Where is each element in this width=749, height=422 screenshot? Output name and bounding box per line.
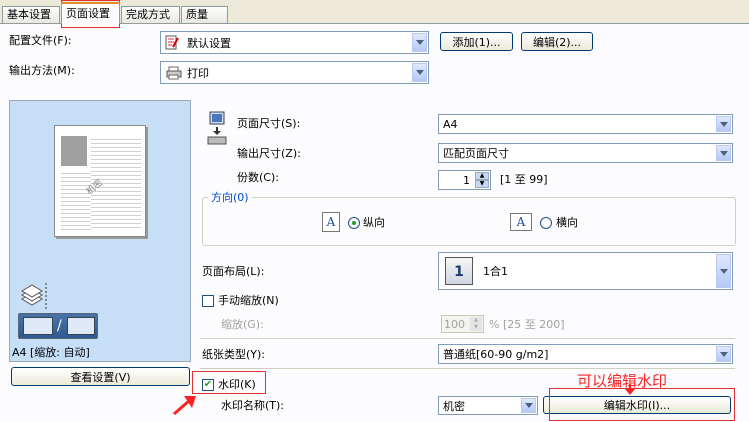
profile-value: 默认设置 [187,36,231,50]
landscape-icon: A [510,213,532,231]
edit-profile-button[interactable]: 编辑(2)... [521,32,593,51]
page-settings-icon[interactable] [67,317,95,335]
text-lines [61,170,91,230]
output-method-label: 输出方法(M): [9,64,75,77]
chevron-down-icon[interactable] [716,145,731,161]
spin-down-icon[interactable]: ▼ [475,180,489,188]
profile-label: 配置文件(F): [9,34,72,47]
page-size-select[interactable]: A4 [438,114,733,134]
landscape-label: 横向 [556,216,578,229]
profile-select[interactable]: 默认设置 [160,31,429,54]
copies-stepper[interactable]: 1 ▲ ▼ [438,170,491,190]
paper-type-label: 纸张类型(Y): [202,348,266,361]
chevron-down-icon[interactable] [521,398,536,413]
profile-icon [165,35,179,50]
tab-page-setup[interactable]: 页面设置 [61,2,120,24]
tab-finishing[interactable]: 完成方式 [121,6,180,23]
view-mode-toggle[interactable]: / [18,313,98,339]
scale-stepper[interactable]: 100 ▲ ▼ [441,315,484,333]
page-thumbnail: 机密 [54,125,146,237]
chevron-down-icon[interactable] [716,346,731,362]
output-method-value: 打印 [187,66,209,80]
output-size-value: 匹配页面尺寸 [443,147,509,160]
portrait-label: 纵向 [363,216,385,229]
image-placeholder [61,136,87,166]
layout-label: 页面布局(L): [202,265,265,278]
annotation-arrow-icon [172,394,198,416]
add-profile-button[interactable]: 添加(1)... [440,32,513,51]
watermark-highlight [192,371,266,394]
page-size-value: A4 [443,117,458,131]
stack-icon [20,281,52,311]
divider [200,368,735,369]
edit-watermark-highlight [549,388,735,421]
chevron-down-icon[interactable] [412,63,427,82]
copies-range: [1 至 99] [500,173,548,186]
divider [200,338,735,339]
orientation-group [202,197,736,246]
portrait-radio[interactable] [348,217,360,229]
layout-value: 1合1 [483,265,508,278]
document-icon[interactable] [23,317,53,335]
chevron-down-icon[interactable] [716,116,731,132]
watermark-name-label: 水印名称(T): [221,399,285,412]
paper-type-select[interactable]: 普通纸[60-90 g/m2] [438,344,733,364]
scale-label: 缩放(G): [221,318,264,331]
spin-up-icon[interactable]: ▲ [475,172,489,180]
divider: / [57,318,62,334]
copies-label: 份数(C): [237,171,279,184]
paper-type-value: 普通纸[60-90 g/m2] [443,348,549,361]
page-size-label: 页面尺寸(S): [237,117,301,130]
orientation-title: 方向(0) [208,191,252,205]
copies-value: 1 [463,173,470,187]
manual-scale-label: 手动缩放(N) [218,294,279,307]
tab-quality[interactable]: 质量 [181,6,228,23]
chevron-down-icon[interactable] [412,33,427,52]
manual-scale-checkbox[interactable] [202,295,214,307]
layout-select[interactable]: 1 1合1 [438,252,733,290]
printer-icon [166,66,182,80]
landscape-radio[interactable] [540,217,552,229]
scale-value: 100 [444,317,465,331]
portrait-icon: A [322,212,340,232]
layout-icon: 1 [445,257,473,285]
output-size-label: 输出尺寸(Z): [237,147,301,160]
spin-up-icon[interactable]: ▲ [470,317,482,324]
page-size-icon [207,111,229,145]
watermark-select[interactable]: 机密 [438,396,538,415]
preview-caption: A4 [缩放: 自动] [12,346,90,359]
chevron-down-icon[interactable] [716,254,731,288]
view-settings-button[interactable]: 查看设置(V) [11,367,190,386]
spin-down-icon[interactable]: ▼ [470,324,482,331]
output-size-select[interactable]: 匹配页面尺寸 [438,143,733,163]
tab-basic[interactable]: 基本设置 [2,6,60,23]
preview-pane: 机密 / [9,100,191,362]
scale-range: % [25 至 200] [489,318,565,331]
annotation-arrow-icon [622,384,638,396]
watermark-value: 机密 [443,399,465,413]
output-method-select[interactable]: 打印 [160,61,429,84]
